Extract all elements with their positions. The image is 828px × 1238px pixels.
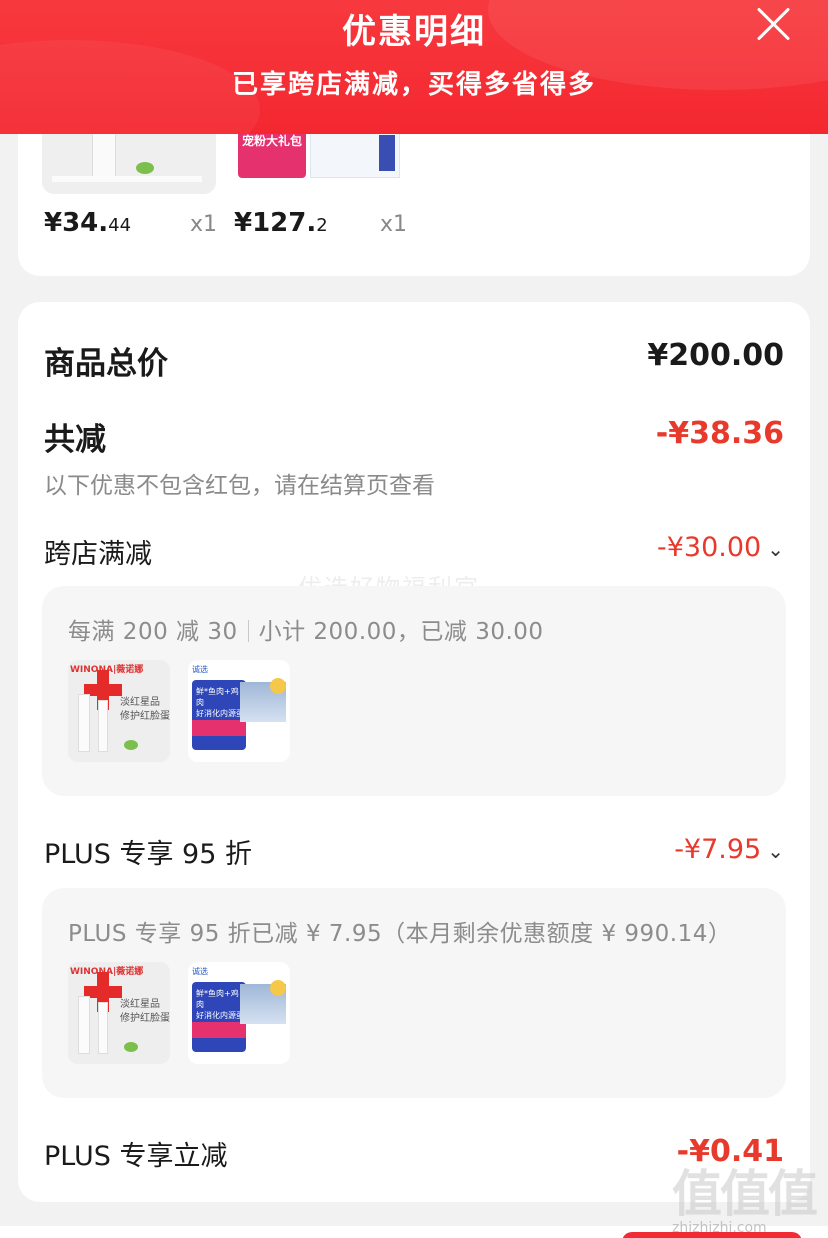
plus-discount-detail-box: PLUS 专享 95 折已减 ¥ 7.95（本月剩余优惠额度 ¥ 990.14）… — [42, 888, 786, 1098]
plus-discount-value: -¥7.95 — [674, 834, 762, 865]
cross-store-discount-value: -¥30.00 — [657, 532, 762, 563]
total-discount-label: 共减 — [44, 422, 106, 458]
total-discount-value: -¥38.36 — [655, 416, 784, 451]
chevron-down-icon: ⌄ — [767, 839, 784, 863]
cross-store-detail-text: 每满 200 减 30 小计 200.00，已减 30.00 — [68, 619, 544, 645]
plus-discount-toggle[interactable]: -¥7.95 ⌄ — [674, 834, 784, 865]
product-thumbnail[interactable]: 诚选 鲜*鱼肉+鸡肉 好消化内源蛋白 — [188, 962, 290, 1064]
discount-detail-card: 商品总价 ¥200.00 共减 -¥38.36 以下优惠不包含红包，请在结算页查… — [18, 302, 810, 1202]
site-watermark: 值值值 zhizhizhi.com — [672, 1165, 818, 1236]
plus-instant-label: PLUS 专享立减 — [44, 1141, 228, 1172]
cross-store-detail-box: 每满 200 减 30小计 200.00，已减 30.00 WINONA|薇诺娜… — [42, 586, 786, 796]
close-icon[interactable] — [756, 6, 792, 42]
product-thumbnail[interactable]: WINONA|薇诺娜 淡红星品 修护红脸蛋 — [68, 962, 170, 1064]
popup-title: 优惠明细 — [342, 12, 486, 52]
total-price-value: ¥200.00 — [647, 338, 784, 373]
plus-discount-label: PLUS 专享 95 折 — [44, 839, 252, 870]
product-quantity: x1 — [380, 212, 408, 237]
chevron-down-icon: ⌄ — [767, 537, 784, 561]
product-thumbnail[interactable]: 诚选 鲜*鱼肉+鸡肉 好消化内源蛋白 — [188, 660, 290, 762]
total-price-label: 商品总价 — [44, 346, 168, 382]
plus-discount-detail-text: PLUS 专享 95 折已减 ¥ 7.95（本月剩余优惠额度 ¥ 990.14） — [68, 921, 732, 947]
popup-header: 优惠明细 已享跨店满减，买得多省得多 — [0, 0, 828, 134]
product-quantity: x1 — [190, 212, 218, 237]
popup-subtitle: 已享跨店满减，买得多省得多 — [231, 70, 596, 100]
cross-store-discount-toggle[interactable]: -¥30.00 ⌄ — [657, 532, 784, 563]
product-price: ¥127.2 — [234, 208, 328, 238]
cross-store-discount-label: 跨店满减 — [44, 539, 152, 570]
product-price: ¥34.44 — [44, 208, 132, 238]
discount-note: 以下优惠不包含红包，请在结算页查看 — [44, 473, 435, 499]
product-thumbnail[interactable]: WINONA|薇诺娜 淡红星品 修护红脸蛋 — [68, 660, 170, 762]
